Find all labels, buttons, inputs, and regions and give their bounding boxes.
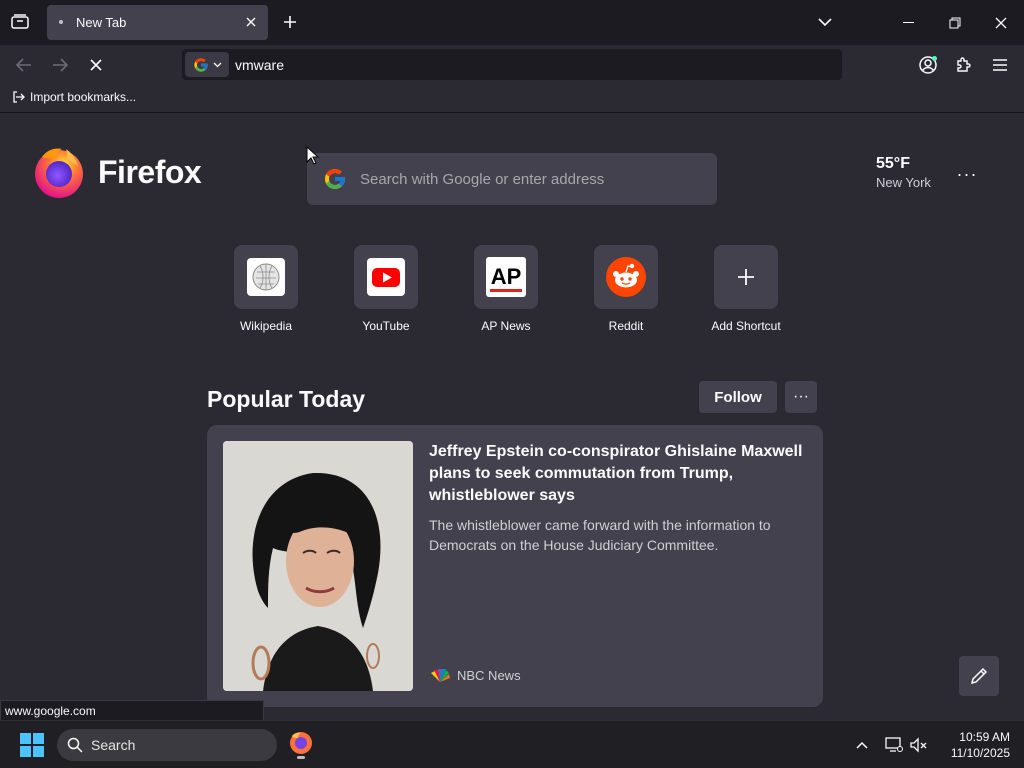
bookmarks-toolbar: Import bookmarks... — [0, 85, 1024, 113]
import-icon — [13, 91, 25, 103]
shortcut-label: Add Shortcut — [711, 319, 781, 333]
popular-today-heading: Popular Today — [207, 386, 366, 412]
back-arrow-icon[interactable] — [11, 53, 37, 77]
ap-news-icon: AP — [474, 245, 538, 309]
customize-pencil-icon[interactable] — [959, 656, 999, 696]
restore-window-icon[interactable] — [932, 0, 978, 45]
taskbar-search-box[interactable]: Search — [57, 729, 277, 761]
import-bookmarks-label: Import bookmarks... — [30, 90, 137, 104]
story-headline[interactable]: Jeffrey Epstein co-conspirator Ghislaine… — [429, 441, 809, 507]
firefox-logo-icon — [35, 148, 83, 198]
taskbar-search-label: Search — [91, 737, 136, 753]
story-source-name: NBC News — [457, 668, 521, 683]
story-source: NBC News — [429, 668, 521, 683]
close-tab-icon[interactable] — [242, 13, 260, 31]
stop-loading-icon[interactable] — [83, 53, 109, 77]
plus-icon — [714, 245, 778, 309]
new-tab-plus-icon[interactable] — [279, 11, 301, 33]
weather-temperature: 55°F — [876, 155, 910, 172]
list-all-tabs-chevron-icon[interactable] — [814, 11, 836, 33]
taskbar-firefox-app[interactable] — [288, 731, 314, 759]
chevron-down-icon — [213, 62, 221, 67]
tab-list-icon[interactable] — [8, 10, 32, 34]
windows-taskbar: Search 10:59 AM 11/10/2025 — [0, 720, 1024, 768]
import-bookmarks-button[interactable]: Import bookmarks... — [11, 90, 136, 104]
minimize-window-icon[interactable] — [886, 0, 932, 45]
clock-date: 11/10/2025 — [950, 746, 1010, 760]
extensions-puzzle-icon[interactable] — [951, 52, 977, 78]
svg-text:AP: AP — [491, 264, 522, 289]
shortcut-add[interactable]: Add Shortcut — [696, 245, 796, 333]
nbc-peacock-icon — [431, 668, 450, 682]
firefox-taskbar-icon — [290, 732, 312, 754]
volume-muted-icon[interactable] — [909, 735, 929, 755]
network-icon[interactable] — [884, 735, 904, 755]
shortcut-reddit[interactable]: Reddit — [576, 245, 676, 333]
shortcut-label: YouTube — [362, 319, 410, 333]
google-icon — [193, 57, 208, 72]
navigation-toolbar: vmware — [0, 45, 1024, 85]
shortcut-label: AP News — [481, 319, 531, 333]
tab-bar: New Tab — [0, 0, 1024, 45]
story-card[interactable]: Jeffrey Epstein co-conspirator Ghislaine… — [207, 425, 823, 707]
firefox-wordmark: Firefox — [98, 153, 202, 190]
google-icon — [325, 169, 345, 189]
story-description: The whistleblower came forward with the … — [429, 517, 771, 553]
youtube-icon — [354, 245, 418, 309]
firefox-logo: Firefox — [32, 145, 202, 199]
weather-more-options-icon[interactable]: ··· — [955, 164, 979, 184]
tab-favicon-dot — [59, 20, 63, 24]
shortcut-label: Reddit — [608, 319, 644, 333]
account-icon[interactable] — [915, 52, 941, 78]
clock-time: 10:59 AM — [959, 730, 1010, 744]
shortcut-label: Wikipedia — [239, 319, 293, 333]
reddit-icon — [594, 245, 658, 309]
running-indicator — [297, 756, 305, 759]
forward-arrow-icon[interactable] — [47, 53, 73, 77]
close-window-icon[interactable] — [978, 0, 1024, 45]
shortcut-ap-news[interactable]: AP AP News — [456, 245, 556, 333]
search-placeholder: Search with Google or enter address — [360, 171, 605, 188]
status-link-preview: www.google.com — [0, 700, 264, 721]
new-tab-search-box[interactable]: Search with Google or enter address — [307, 153, 717, 205]
weather-city: New York — [876, 175, 931, 190]
wikipedia-icon — [234, 245, 298, 309]
show-hidden-icons-chevron-icon[interactable] — [852, 735, 872, 755]
tab-new-tab[interactable]: New Tab — [47, 5, 268, 40]
shortcut-wikipedia[interactable]: Wikipedia — [216, 245, 316, 333]
hamburger-menu-icon[interactable] — [987, 52, 1013, 78]
search-engine-selector[interactable] — [185, 52, 229, 77]
tab-title: New Tab — [76, 15, 127, 30]
search-icon — [67, 737, 83, 753]
windows-start-icon[interactable] — [20, 733, 44, 757]
shortcut-youtube[interactable]: YouTube — [336, 245, 436, 333]
new-tab-page: Firefox Search with Google or enter addr… — [0, 114, 1024, 720]
story-thumbnail — [223, 441, 413, 691]
weather-widget[interactable]: 55°F New York — [876, 155, 931, 190]
url-input-value[interactable]: vmware — [235, 57, 284, 73]
system-clock[interactable]: 10:59 AM 11/10/2025 — [938, 729, 1010, 761]
follow-button[interactable]: Follow — [699, 381, 777, 413]
popular-more-options-button[interactable]: ··· — [785, 381, 817, 413]
url-bar[interactable]: vmware — [182, 49, 842, 80]
mouse-pointer-icon — [306, 146, 320, 165]
